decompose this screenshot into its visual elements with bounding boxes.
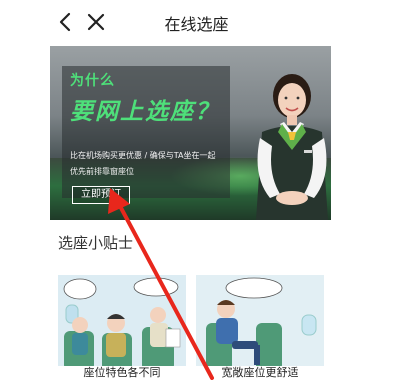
cabin-passengers-illustration — [58, 275, 186, 380]
tip-card-seat-features[interactable]: 座位特色各不同 — [58, 275, 186, 380]
page: 在线选座 为什么 要网上选座？ 比在机场购买更优惠 / 确保与TA坐在一起 优先… — [0, 0, 393, 380]
promo-text-box: 为什么 要网上选座？ 比在机场购买更优惠 / 确保与TA坐在一起 优先前排靠窗座… — [62, 66, 230, 204]
tip-card-spacious-seat[interactable]: 宽敞座位更舒适 — [196, 275, 324, 380]
promo-question: 为什么 — [70, 73, 115, 89]
spacious-seat-illustration — [196, 275, 324, 380]
top-bar: 在线选座 — [0, 0, 393, 44]
promo-benefit-2: 优先前排靠窗座位 — [70, 167, 134, 176]
book-now-button[interactable]: 立即预订 — [72, 186, 130, 204]
tips-section-title: 选座小贴士 — [58, 234, 134, 252]
flight-attendant-illustration — [256, 74, 328, 220]
page-title: 在线选座 — [164, 15, 229, 34]
promo-benefit-1: 比在机场购买更优惠 / 确保与TA坐在一起 — [70, 151, 216, 160]
promo-headline: 要网上选座？ — [70, 99, 220, 125]
promo-banner[interactable]: 为什么 要网上选座？ 比在机场购买更优惠 / 确保与TA坐在一起 优先前排靠窗座… — [50, 46, 331, 220]
tip-caption: 宽敞座位更舒适 — [196, 366, 324, 380]
tip-caption: 座位特色各不同 — [58, 366, 186, 380]
